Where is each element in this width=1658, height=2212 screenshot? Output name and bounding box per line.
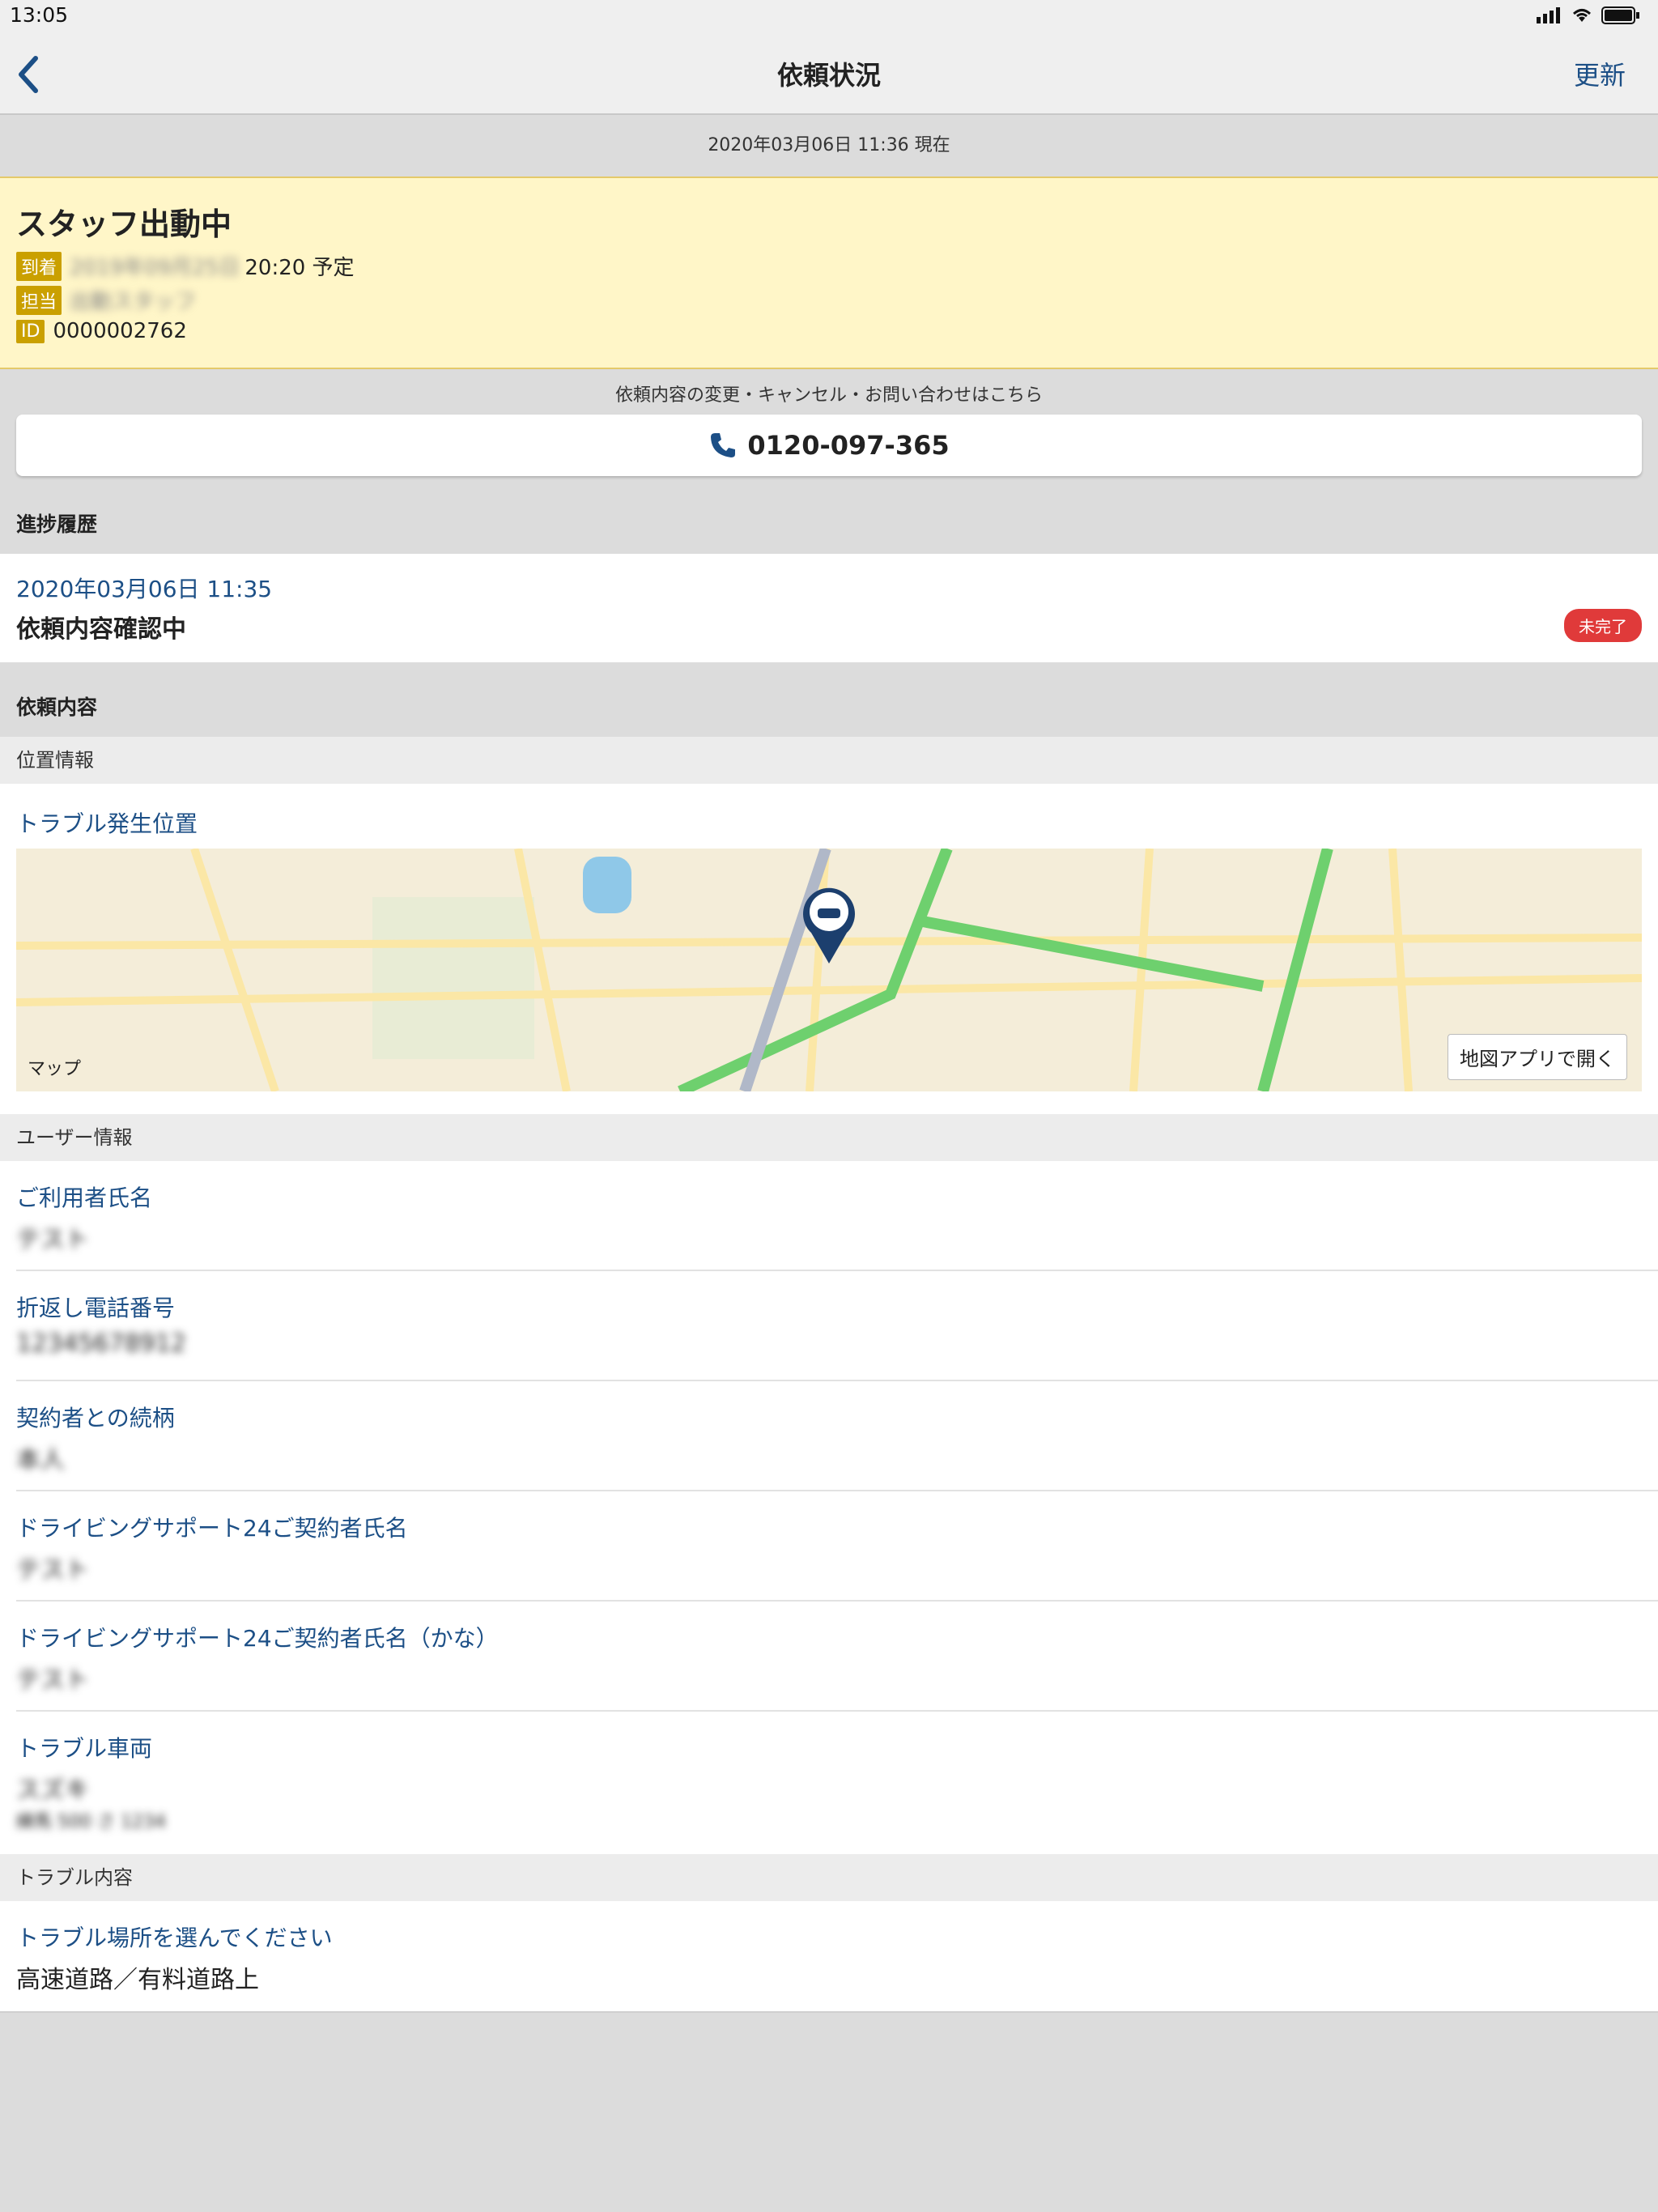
call-button[interactable]: 0120-097-365: [16, 415, 1642, 476]
trouble-location-label: トラブル発生位置: [16, 810, 198, 837]
contract-holder-label: ドライビングサポート24ご契約者氏名: [16, 1515, 408, 1542]
navigation-bar: 依頼状況 更新: [0, 32, 1658, 115]
divider: [16, 1600, 1658, 1602]
staff-row: 担当 出動スタッフ: [16, 285, 196, 315]
trouble-place-label: トラブル場所を選んでください: [16, 1925, 333, 1951]
contract-holder-value: テスト: [16, 1556, 89, 1585]
callback-phone-value: 12345678912: [16, 1329, 186, 1358]
map-brand: マップ: [28, 1059, 82, 1079]
signal-icon: [1537, 7, 1560, 23]
contract-holder-kana-value: テスト: [16, 1666, 89, 1695]
status-bar: 13:05: [0, 0, 1658, 32]
refresh-button[interactable]: 更新: [1574, 55, 1626, 92]
divider: [16, 1270, 1658, 1271]
arrival-date-blurred: 2019年09月25日: [70, 256, 240, 280]
staff-tag: 担当: [16, 285, 62, 315]
incomplete-badge: 未完了: [1564, 609, 1642, 642]
contact-note: 依頼内容の変更・キャンセル・お問い合わせはこちら: [614, 385, 1043, 406]
trouble-vehicle-label: トラブル車両: [16, 1735, 153, 1762]
user-info-header: ユーザー情報: [0, 1114, 1658, 1161]
contract-holder-kana-label: ドライビングサポート24ご契約者氏名（かな）: [16, 1625, 499, 1652]
trouble-content-section: [0, 1901, 1658, 2013]
trouble-content-header: トラブル内容: [0, 1854, 1658, 1901]
open-in-maps-button[interactable]: 地図アプリで開く: [1448, 1034, 1627, 1080]
progress-item: 2020年03月06日 11:35 依頼内容確認中 未完了: [0, 554, 1658, 662]
status-title: スタッフ出動中: [16, 206, 232, 242]
trouble-vehicle-plate: 練馬 500 さ 1234: [16, 1812, 166, 1832]
progress-label: 依頼内容確認中: [16, 615, 186, 644]
id-tag: ID: [16, 319, 45, 343]
progress-header: 進捗履歴: [0, 497, 1658, 552]
id-row: ID 0000002762: [16, 319, 187, 343]
arrival-time: 20:20 予定: [244, 256, 355, 280]
staff-name-blurred: 出動スタッフ: [70, 290, 197, 314]
location-map[interactable]: マップ 地図アプリで開く: [16, 849, 1642, 1091]
as-of-timestamp: 2020年03月06日 11:36 現在: [0, 115, 1658, 177]
relationship-label: 契約者との続柄: [16, 1405, 175, 1431]
arrival-tag: 到着: [16, 251, 62, 281]
user-info-section: [0, 1161, 1658, 1854]
progress-timestamp: 2020年03月06日 11:35: [16, 576, 273, 602]
user-name-label: ご利用者氏名: [16, 1185, 153, 1211]
user-name-value: テスト: [16, 1226, 89, 1254]
location-header: 位置情報: [0, 737, 1658, 784]
divider: [16, 1490, 1658, 1491]
trouble-vehicle-value: スズキ: [16, 1776, 89, 1805]
phone-number: 0120-097-365: [747, 430, 950, 461]
trouble-place-value: 高速道路／有料道路上: [16, 1966, 259, 1994]
request-header: 依頼内容: [0, 678, 1658, 737]
divider: [16, 1380, 1658, 1381]
status-icons: [1537, 6, 1640, 24]
page-title: 依頼状況: [776, 60, 881, 91]
battery-icon: [1601, 6, 1639, 24]
callback-phone-label: 折返し電話番号: [16, 1295, 176, 1321]
arrival-row: 到着 2019年09月25日 20:20 予定: [16, 251, 355, 281]
request-id: 0000002762: [53, 319, 187, 343]
relationship-value: 本人: [16, 1446, 65, 1474]
phone-icon: [711, 433, 736, 457]
divider: [16, 1710, 1658, 1712]
status-time: 13:05: [10, 3, 69, 27]
status-card: スタッフ出動中 到着 2019年09月25日 20:20 予定 担当 出動スタッ…: [0, 177, 1658, 369]
wifi-icon: [1572, 9, 1592, 22]
map-pin-icon: [803, 887, 855, 963]
